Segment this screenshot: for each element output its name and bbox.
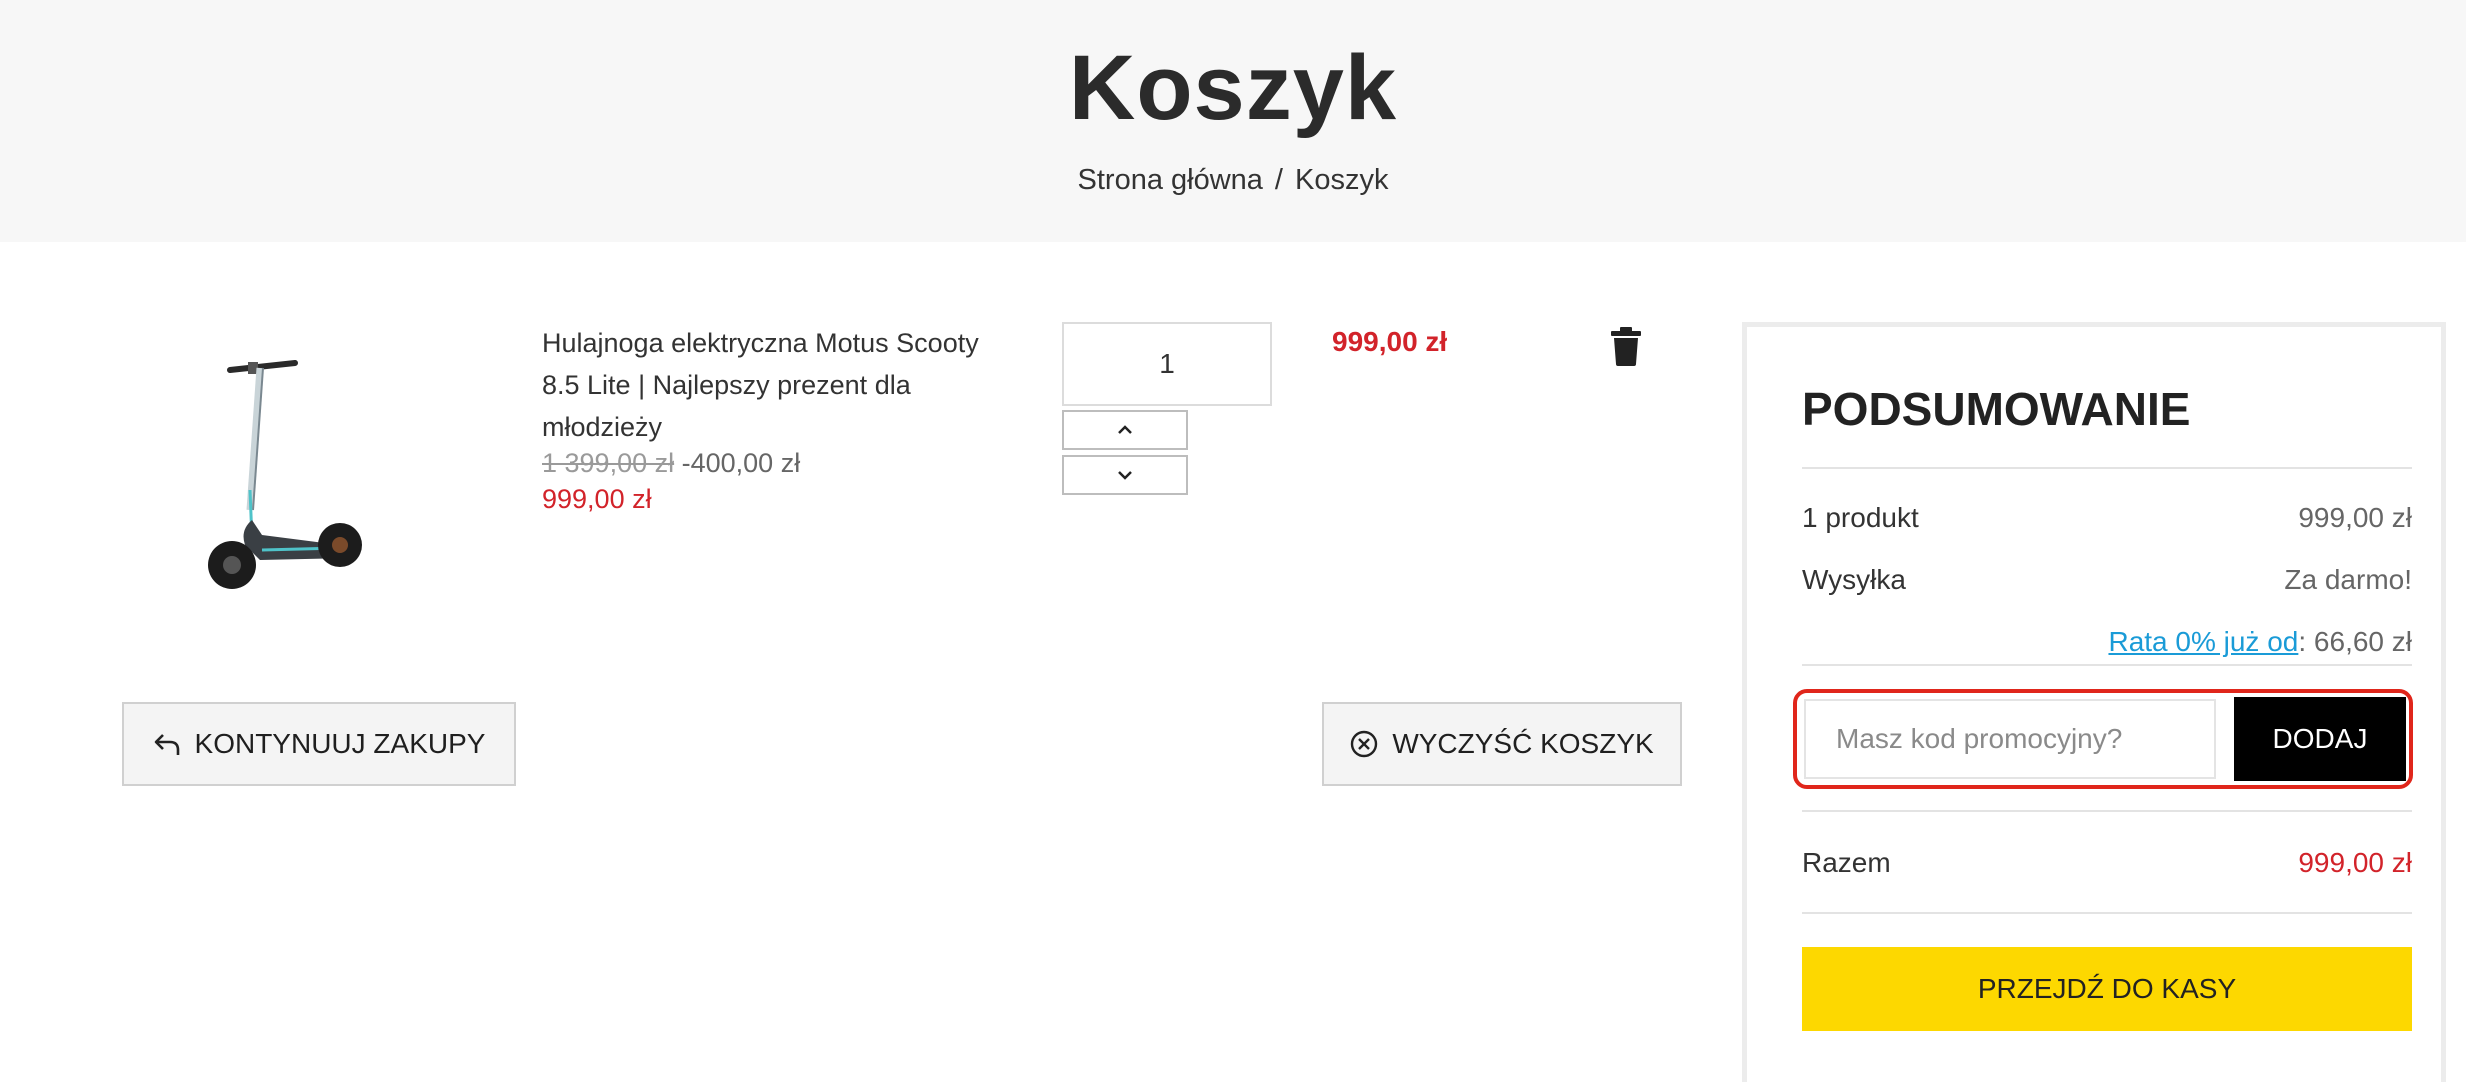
installment-row: Rata 0% już od: 66,60 zł — [1802, 626, 2412, 658]
continue-shopping-button[interactable]: KONTYNUUJ ZAKUPY — [122, 702, 516, 786]
remove-item-button[interactable] — [1610, 326, 1642, 366]
clear-cart-label: WYCZYŚĆ KOSZYK — [1392, 728, 1654, 759]
continue-shopping-label: KONTYNUUJ ZAKUPY — [194, 728, 486, 759]
close-circle-icon — [1351, 730, 1378, 758]
chevron-down-icon — [1118, 471, 1132, 480]
promo-code-input[interactable] — [1804, 699, 2216, 779]
products-count-label: 1 produkt — [1802, 502, 1919, 533]
electric-scooter-image — [208, 360, 362, 589]
summary-divider — [1802, 467, 2412, 469]
summary-divider — [1802, 912, 2412, 914]
page-header: Koszyk Strona główna / Koszyk — [0, 0, 2466, 242]
trash-icon — [1611, 327, 1641, 366]
discount-amount: -400,00 zł — [681, 448, 801, 478]
shipping-row: Wysyłka Za darmo! — [1802, 564, 2412, 596]
order-summary-panel: PODSUMOWANIE 1 produkt 999,00 zł Wysyłka… — [1742, 322, 2446, 1082]
page-title: Koszyk — [1068, 37, 1398, 139]
total-value: 999,00 zł — [2298, 847, 2412, 878]
promo-add-button[interactable]: DODAJ — [2234, 697, 2406, 781]
installment-value: : 66,60 zł — [2298, 626, 2412, 657]
price-row: 1 399,00 zł -400,00 zł — [542, 448, 800, 479]
clear-cart-button[interactable]: WYCZYŚĆ KOSZYK — [1322, 702, 1682, 786]
products-subtotal-row: 1 produkt 999,00 zł — [1802, 502, 2412, 534]
products-subtotal-value: 999,00 zł — [2298, 502, 2412, 533]
quantity-increase-button[interactable] — [1062, 410, 1188, 450]
product-image[interactable] — [200, 360, 370, 600]
breadcrumb-current: Koszyk — [1294, 164, 1389, 196]
quantity-input[interactable] — [1062, 322, 1272, 406]
old-price: 1 399,00 zł — [542, 448, 675, 478]
total-row: Razem 999,00 zł — [1802, 847, 2412, 879]
chevron-up-icon — [1118, 425, 1132, 434]
product-price: 999,00 zł — [542, 484, 652, 514]
breadcrumb: Strona główna / Koszyk — [0, 164, 2466, 197]
return-arrow-icon — [154, 734, 179, 755]
breadcrumb-home-link[interactable]: Strona główna — [1078, 164, 1263, 196]
shipping-label: Wysyłka — [1802, 564, 1906, 595]
breadcrumb-separator: / — [1274, 164, 1283, 196]
summary-divider — [1802, 810, 2412, 812]
installment-link[interactable]: Rata 0% już od — [2108, 626, 2298, 658]
checkout-button[interactable]: PRZEJDŹ DO KASY — [1802, 947, 2412, 1031]
summary-divider — [1802, 664, 2412, 666]
total-label: Razem — [1802, 847, 1891, 878]
shipping-value: Za darmo! — [2284, 564, 2412, 595]
quantity-decrease-button[interactable] — [1062, 455, 1188, 495]
product-name-link[interactable]: Hulajnoga elektryczna Motus Scooty 8.5 L… — [542, 322, 1012, 448]
line-total-price: 999,00 zł — [1332, 326, 1448, 357]
summary-title: PODSUMOWANIE — [1802, 383, 2191, 435]
